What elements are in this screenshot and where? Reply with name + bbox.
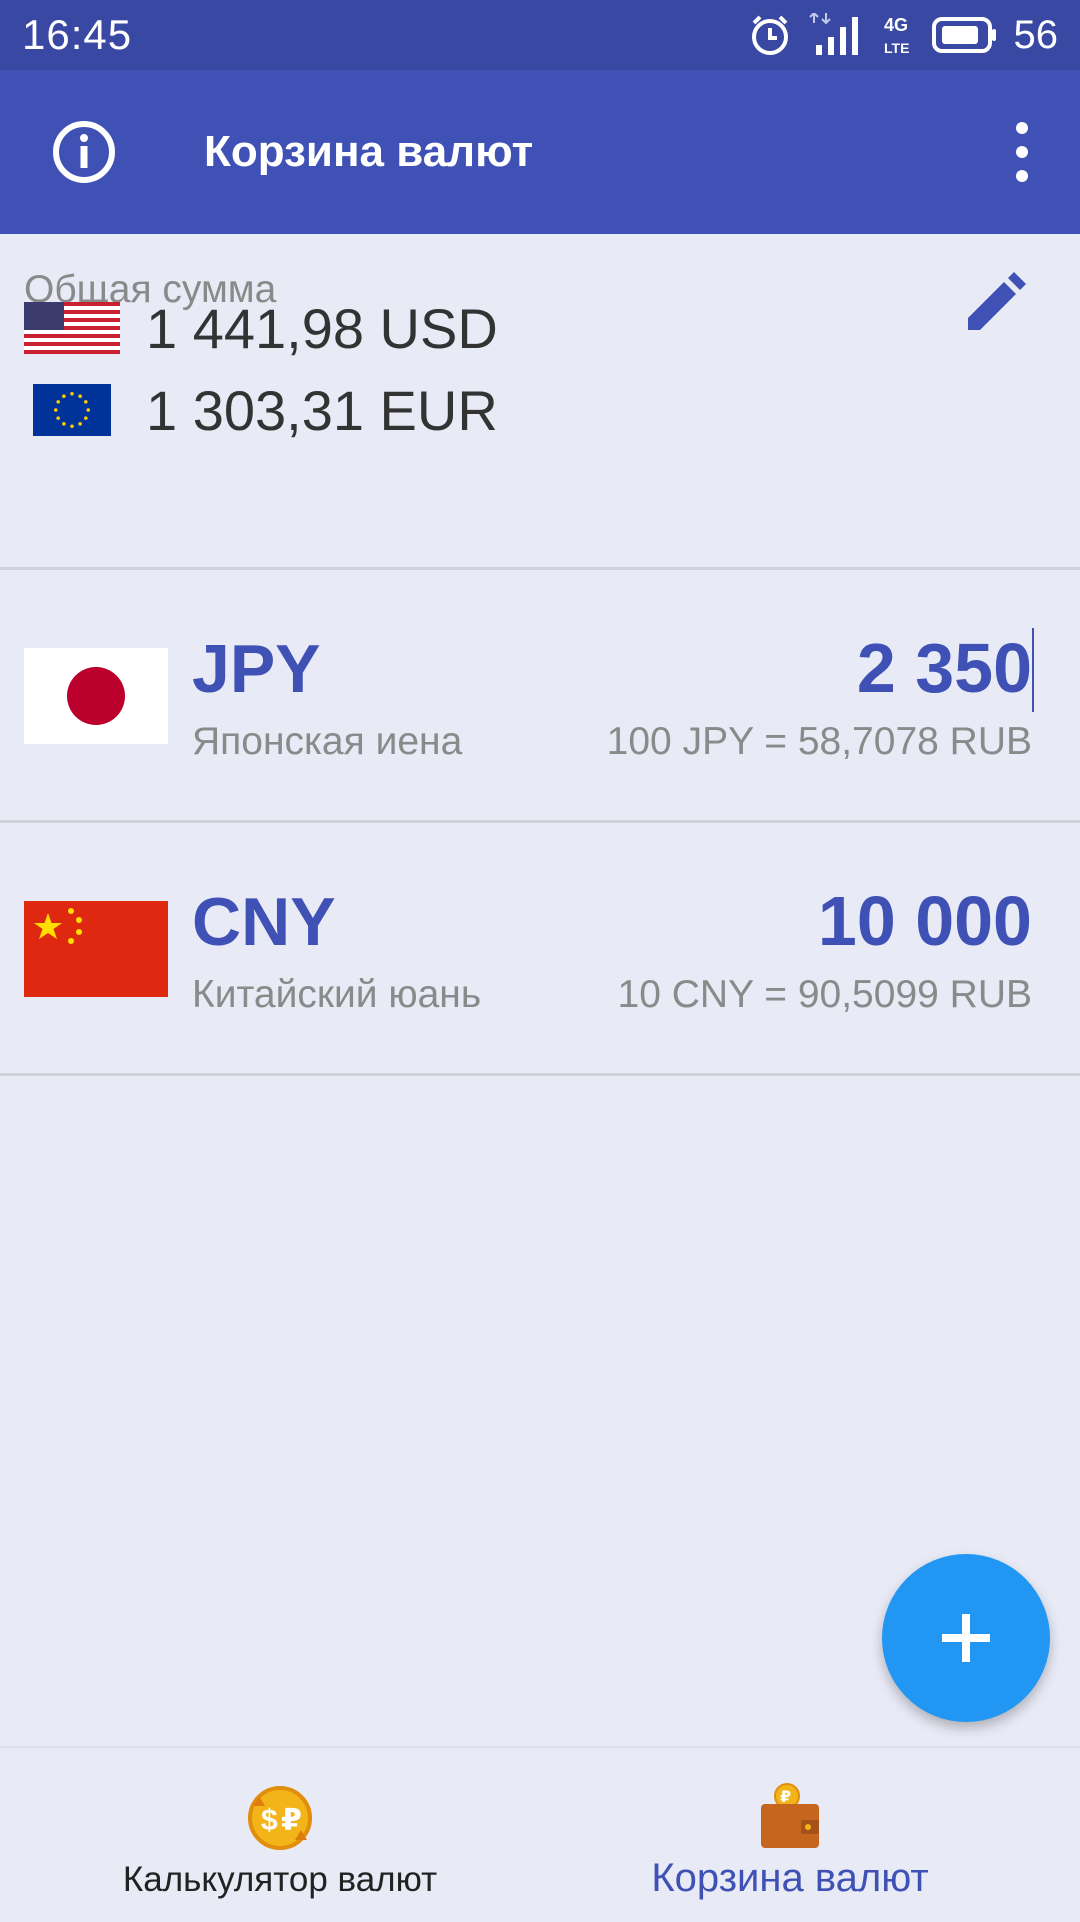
eu-flag xyxy=(33,384,111,436)
exchange-rate: 100 JPY = 58,7078 RUB xyxy=(606,720,1032,763)
total-row-usd: 1 441,98 USD xyxy=(24,296,498,360)
add-currency-button[interactable] xyxy=(882,1554,1050,1722)
divider xyxy=(0,1073,1080,1076)
nav-label: Калькулятор валют xyxy=(122,1860,438,1899)
currency-row-cny[interactable]: CNY Китайский юань 10 000 10 CNY = 90,50… xyxy=(0,823,1080,1073)
nav-item-basket[interactable]: ₽ Корзина валют xyxy=(520,1748,1060,1922)
wallet-icon: ₽ xyxy=(761,1783,819,1848)
svg-text:LTE: LTE xyxy=(884,40,909,56)
more-vert-icon[interactable] xyxy=(1002,116,1042,188)
battery-icon xyxy=(931,17,996,53)
currency-amount-input[interactable]: 10 000 xyxy=(818,881,1032,961)
page-title: Корзина валют xyxy=(204,127,534,176)
total-amount-eur: 1 303,31 EUR xyxy=(146,378,498,442)
currency-amount-input[interactable]: 2 350 xyxy=(857,628,1032,708)
svg-text:4G: 4G xyxy=(884,15,908,35)
app-bar: Корзина валют xyxy=(0,70,1080,234)
status-icons: 4G LTE 56 xyxy=(748,12,1059,58)
us-flag xyxy=(24,302,120,354)
text-cursor xyxy=(1032,628,1034,712)
svg-text:₽: ₽ xyxy=(780,1787,791,1806)
currency-row-jpy[interactable]: JPY Японская иена 2 350 100 JPY = 58,707… xyxy=(0,570,1080,820)
bottom-navigation: $ ₽ Калькулятор валют ₽ Корзина валют xyxy=(0,1746,1080,1920)
currency-name: Японская иена xyxy=(192,720,463,763)
currency-name: Китайский юань xyxy=(192,973,482,1016)
battery-percent: 56 xyxy=(1013,12,1059,57)
jp-flag xyxy=(24,648,168,744)
svg-text:₽: ₽ xyxy=(281,1803,302,1838)
plus-icon xyxy=(942,1614,990,1662)
total-section: Общая сумма 1 441,98 USD 1 303,31 EUR xyxy=(0,234,1080,568)
status-bar: 16:45 4G LTE 56 xyxy=(0,0,1080,70)
currency-code: CNY xyxy=(192,884,336,960)
info-icon[interactable] xyxy=(48,116,120,188)
total-row-eur: 1 303,31 EUR xyxy=(24,378,498,442)
alarm-icon xyxy=(751,15,788,55)
pencil-icon[interactable] xyxy=(958,268,1030,340)
status-time: 16:45 xyxy=(22,11,133,58)
network-type-icon: 4G LTE xyxy=(884,15,909,56)
currency-code: JPY xyxy=(192,631,321,707)
exchange-rate: 10 CNY = 90,5099 RUB xyxy=(617,973,1032,1016)
svg-text:$: $ xyxy=(261,1804,278,1837)
cn-flag xyxy=(24,901,168,997)
total-amount-usd: 1 441,98 USD xyxy=(146,296,498,360)
nav-label: Корзина валют xyxy=(651,1856,929,1900)
signal-icon xyxy=(808,13,858,55)
currency-exchange-icon: $ ₽ xyxy=(248,1786,312,1850)
nav-item-calculator[interactable]: $ ₽ Калькулятор валют xyxy=(10,1748,550,1922)
